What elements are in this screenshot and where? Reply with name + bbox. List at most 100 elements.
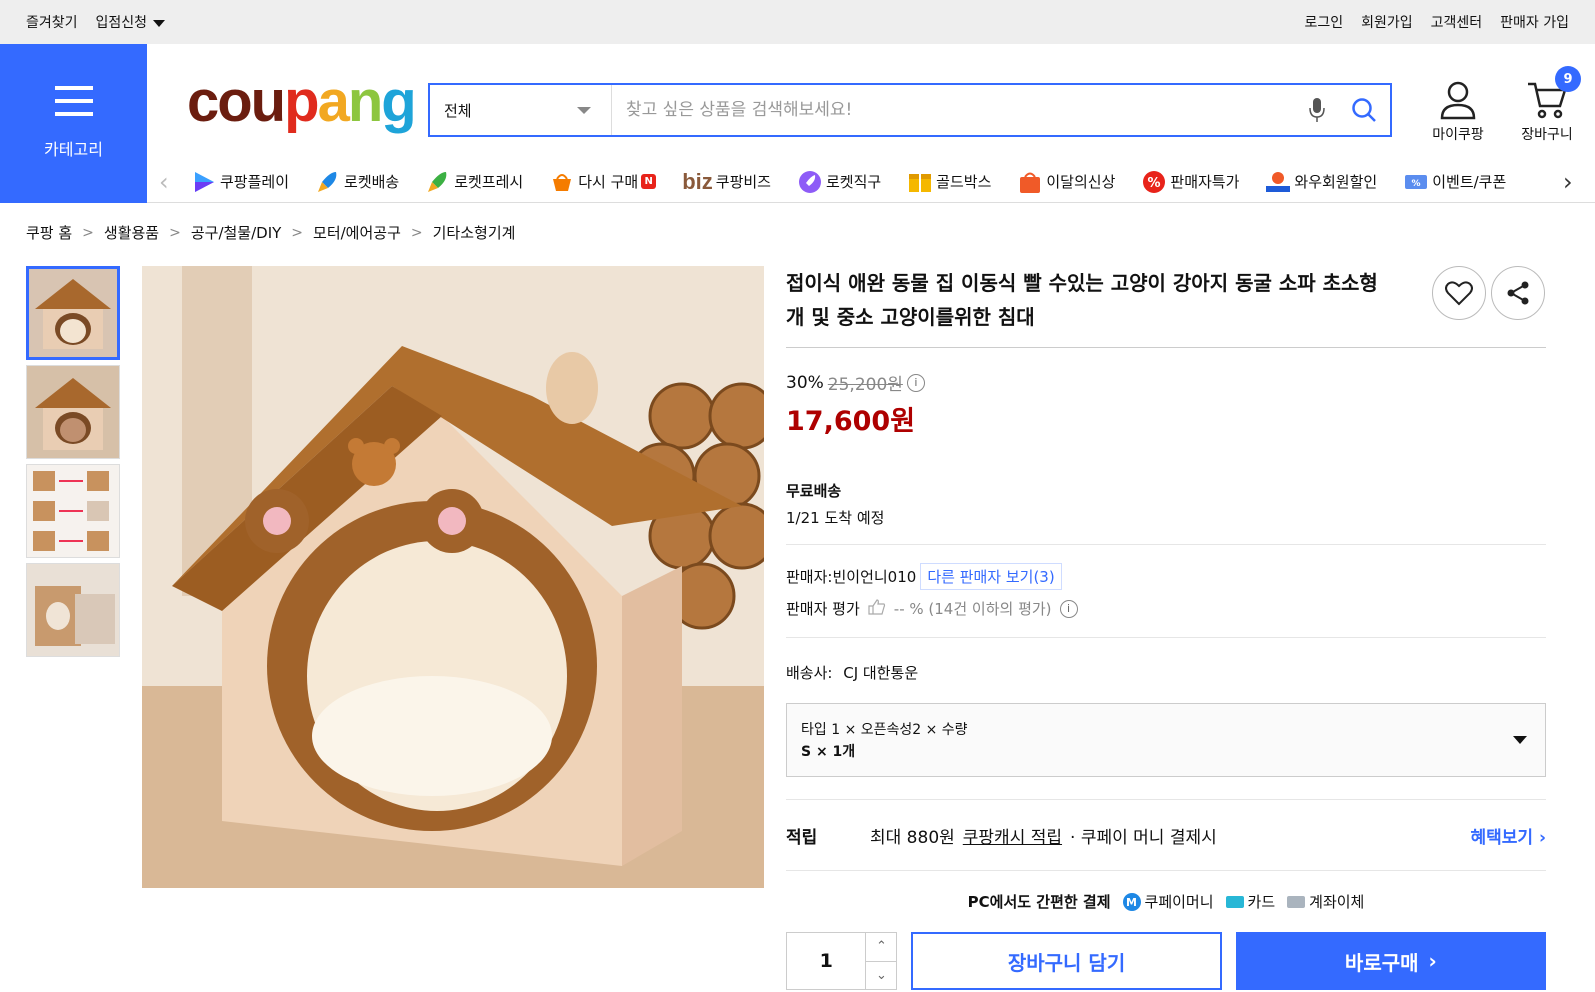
divider bbox=[786, 544, 1546, 545]
microphone-icon[interactable] bbox=[1296, 97, 1338, 123]
share-button[interactable] bbox=[1491, 266, 1545, 320]
wishlist-button[interactable] bbox=[1432, 266, 1486, 320]
search-scope-select[interactable]: 전체 bbox=[430, 85, 612, 135]
nav-rocket-global[interactable]: 로켓직구 bbox=[797, 169, 881, 195]
product-thumbnail[interactable] bbox=[26, 563, 120, 657]
product-thumbnail[interactable] bbox=[26, 464, 120, 558]
search-icon[interactable] bbox=[1338, 97, 1390, 123]
product-thumbnail[interactable] bbox=[26, 365, 120, 459]
nav-events-coupons[interactable]: % 이벤트/쿠폰 bbox=[1403, 169, 1506, 195]
nav-coupang-biz[interactable]: biz 쿠팡비즈 bbox=[682, 169, 771, 195]
search-scope-label: 전체 bbox=[444, 101, 472, 120]
cart-button[interactable]: 장바구니 9 bbox=[1512, 66, 1582, 144]
info-icon[interactable]: i bbox=[906, 373, 925, 392]
chevron-down-icon bbox=[153, 19, 166, 27]
caret-down-icon bbox=[1513, 736, 1527, 744]
shipping-label: 무료배송 bbox=[786, 482, 842, 500]
option-summary: 타입 1 × 오픈속성2 × 수량 bbox=[801, 722, 968, 738]
goldbox-icon bbox=[907, 169, 933, 195]
nav-rebuy[interactable]: 다시 구매 N bbox=[549, 169, 657, 195]
option-select[interactable]: 타입 1 × 오픈속성2 × 수량 S × 1개 bbox=[786, 703, 1546, 777]
product-title: 접이식 애완 동물 집 이동식 빨 수있는 고양이 강아지 동굴 소파 초소형 … bbox=[786, 271, 1378, 329]
nav-new-arrivals[interactable]: 이달의신상 bbox=[1017, 169, 1115, 195]
benefits-link[interactable]: 혜택보기 › bbox=[1471, 823, 1547, 848]
breadcrumb-item[interactable]: 공구/철물/DIY bbox=[191, 222, 281, 243]
reward-amount: 최대 880원 bbox=[870, 827, 955, 848]
play-icon bbox=[191, 169, 217, 195]
other-sellers-link[interactable]: 다른 판매자 보기(3) bbox=[920, 563, 1062, 590]
option-selected-value: S × 1개 bbox=[801, 744, 856, 760]
courier-name: CJ 대한통운 bbox=[843, 664, 919, 682]
payment-title: PC에서도 간편한 결제 bbox=[967, 892, 1111, 911]
seller-signup-link[interactable]: 판매자 가입 bbox=[1500, 12, 1569, 32]
cart-count-badge: 9 bbox=[1555, 66, 1581, 92]
nav-goldbox[interactable]: 골드박스 bbox=[907, 169, 991, 195]
breadcrumb-item[interactable]: 기타소형기계 bbox=[433, 222, 516, 243]
card-icon bbox=[1225, 896, 1244, 908]
new-bag-icon bbox=[1017, 169, 1043, 195]
product-thumbnail[interactable] bbox=[26, 266, 120, 360]
wow-icon bbox=[1265, 169, 1291, 195]
coupang-cash-link[interactable]: 쿠팡캐시 적립 bbox=[963, 823, 1062, 848]
courier-row: 배송사: CJ 대한통운 bbox=[786, 662, 1546, 683]
coupon-icon: % bbox=[1403, 169, 1429, 195]
main-product-image[interactable] bbox=[142, 266, 764, 888]
arrival-date: 1/21 도착 예정 bbox=[786, 509, 885, 527]
bookmark-link[interactable]: 즐겨찾기 bbox=[26, 12, 78, 32]
seller-rating-value: -- % (14건 이하의 평가) bbox=[893, 600, 1052, 618]
my-coupang-button[interactable]: 마이쿠팡 bbox=[1423, 80, 1493, 144]
rocket-global-icon bbox=[797, 169, 823, 195]
payment-methods: PC에서도 간편한 결제 M 쿠페이머니 카드 계좌이체 bbox=[786, 871, 1546, 931]
breadcrumb-item[interactable]: 모터/에어공구 bbox=[313, 222, 401, 243]
breadcrumb: 쿠팡 홈 > 생활용품 > 공구/철물/DIY > 모터/에어공구 > 기타소형기계 bbox=[26, 222, 515, 243]
search-input[interactable] bbox=[612, 85, 1296, 135]
category-shortcuts: ‹ 쿠팡플레이 로켓배송 로켓프레시 다시 구매 N biz 쿠팡비즈 로켓직구 골… bbox=[147, 160, 1595, 203]
share-icon bbox=[1507, 281, 1529, 305]
login-link[interactable]: 로그인 bbox=[1304, 12, 1343, 32]
search-bar: 전체 bbox=[428, 83, 1392, 137]
seller-name: 빈이언니010 bbox=[832, 568, 917, 586]
buy-now-button[interactable]: 바로구매 › bbox=[1235, 932, 1546, 990]
chevron-up-icon[interactable]: ⌃ bbox=[866, 933, 897, 962]
nav-wow-discount[interactable]: 와우회원할인 bbox=[1265, 169, 1377, 195]
category-menu-button[interactable]: 카테고리 bbox=[0, 44, 147, 203]
seller-rating-label: 판매자 평가 bbox=[786, 600, 860, 618]
chevron-left-icon[interactable]: ‹ bbox=[159, 168, 169, 196]
thumbs-up-icon bbox=[868, 598, 886, 619]
chevron-right-icon: › bbox=[1428, 949, 1437, 973]
divider bbox=[786, 347, 1546, 348]
nav-coupang-play[interactable]: 쿠팡플레이 bbox=[191, 169, 289, 195]
nav-seller-deals[interactable]: % 판매자특가 bbox=[1141, 169, 1239, 195]
category-label: 카테고리 bbox=[44, 140, 103, 159]
signup-link[interactable]: 회원가입 bbox=[1361, 12, 1413, 32]
chevron-right-icon: > bbox=[169, 224, 181, 241]
quantity-stepper: 1 ⌃ ⌄ bbox=[786, 932, 898, 990]
nav-rocket-delivery[interactable]: 로켓배송 bbox=[315, 169, 399, 195]
info-icon[interactable]: i bbox=[1059, 599, 1078, 618]
breadcrumb-item[interactable]: 생활용품 bbox=[104, 222, 159, 243]
my-coupang-label: 마이쿠팡 bbox=[1432, 127, 1484, 143]
quantity-input[interactable]: 1 bbox=[787, 933, 867, 989]
benefits-label: 혜택보기 bbox=[1470, 827, 1534, 848]
breadcrumb-item[interactable]: 쿠팡 홈 bbox=[26, 222, 72, 243]
add-to-cart-button[interactable]: 장바구니 담기 bbox=[911, 932, 1222, 990]
seller-label: 판매자: bbox=[786, 568, 833, 586]
discount-rate: 30% bbox=[786, 372, 824, 393]
sale-price: 17,600원 bbox=[786, 406, 916, 437]
coupang-logo[interactable]: coupang bbox=[187, 73, 417, 131]
caret-down-icon bbox=[577, 106, 591, 114]
chevron-down-icon[interactable]: ⌄ bbox=[866, 962, 896, 990]
reward-row: 적립 최대 880원 쿠팡캐시 적립 · 쿠페이 머니 결제시 혜택보기 › bbox=[786, 800, 1546, 870]
original-price: 25,200원 bbox=[827, 375, 903, 395]
seller-rating-row: 판매자 평가 -- % (14건 이하의 평가) i bbox=[786, 598, 1546, 619]
chevron-right-icon[interactable]: › bbox=[1563, 168, 1573, 196]
nav-rocket-fresh[interactable]: 로켓프레시 bbox=[425, 169, 523, 195]
svg-text:%: % bbox=[1148, 176, 1161, 191]
chevron-right-icon: > bbox=[410, 224, 423, 241]
hamburger-icon bbox=[54, 86, 93, 116]
new-badge: N bbox=[641, 174, 657, 189]
seller-apply-link[interactable]: 입점신청 bbox=[96, 12, 166, 32]
customer-center-link[interactable]: 고객센터 bbox=[1431, 12, 1483, 32]
product-info: 접이식 애완 동물 집 이동식 빨 수있는 고양이 강아지 동굴 소파 초소형 … bbox=[786, 266, 1546, 991]
purchase-row: 1 ⌃ ⌄ 장바구니 담기 바로구매 › bbox=[786, 931, 1546, 991]
